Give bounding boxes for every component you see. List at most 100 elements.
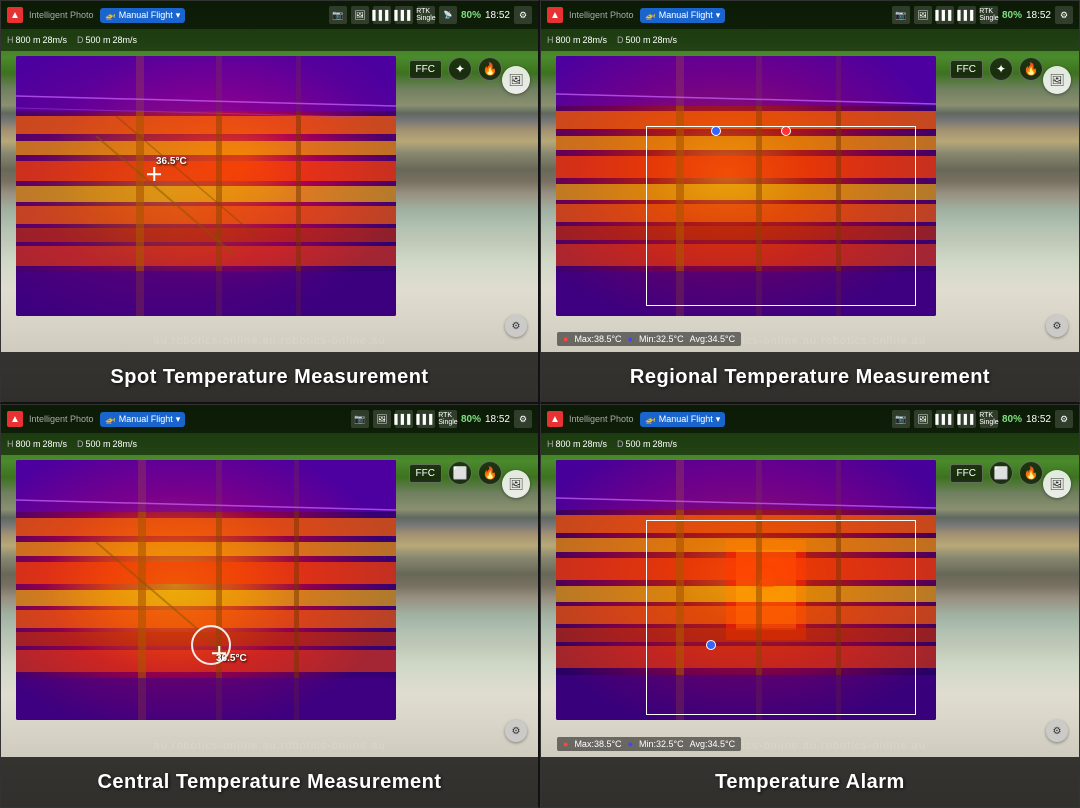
cell-regional: ▲ Intelligent Photo 🚁 Manual Flight ▾ 📷 … xyxy=(540,0,1080,404)
top-icons-regional: 📷 🖼 ▌▌▌ ▌▌▌ RTKSingle 80% 18:52 ⚙ xyxy=(892,6,1073,24)
avg-temp-alarm: Avg:34.5°C xyxy=(690,739,735,749)
caption-bar-spot: Spot Temperature Measurement xyxy=(1,352,538,402)
flame-icon-alarm[interactable]: 🔥 xyxy=(1019,461,1043,485)
right-controls-spot: 🖼 ⚙ xyxy=(502,56,530,347)
signal-icon-2: ▌▌▌ xyxy=(395,6,413,24)
max-temp-regional: Max:38.5°C xyxy=(574,334,621,344)
mode-label-central: Manual Flight xyxy=(119,414,173,424)
gallery-btn-central[interactable]: 🖼 xyxy=(502,470,530,498)
camera-icon-1[interactable]: 📷 xyxy=(329,6,347,24)
d-speed-val-regional: 28m/s xyxy=(653,35,678,45)
altitude-stat-spot: H 800 m 28m/s xyxy=(7,35,67,45)
min-temp-alarm: Min:32.5°C xyxy=(639,739,684,749)
signal-icon-3: ▌▌▌ xyxy=(936,6,954,24)
mode-icon-regional: 🚁 xyxy=(645,10,656,21)
rtk-icon-4: RTKSingle xyxy=(980,410,998,428)
region-icon-alarm[interactable]: ⬜ xyxy=(989,461,1013,485)
max-circle-regional: ● xyxy=(563,334,568,344)
gallery-btn-regional[interactable]: 🖼 xyxy=(1043,66,1071,94)
settings-btn-alarm[interactable]: ⚙ xyxy=(1046,720,1068,742)
ffc-badge-alarm[interactable]: FFC xyxy=(950,464,983,483)
star-icon-spot[interactable]: ✦ xyxy=(448,57,472,81)
region-box-2 xyxy=(646,126,916,306)
main-grid: 36.5°C ▲ Intelligent Photo 🚁 Manual Flig… xyxy=(0,0,1080,808)
top-icons-spot: 📷 🖼 ▌▌▌ ▌▌▌ RTKSingle 📡 80% 18:52 ⚙ xyxy=(329,6,532,24)
gallery-btn-spot[interactable]: 🖼 xyxy=(502,66,530,94)
battery-label-spot: 80% xyxy=(461,10,481,21)
spot-temp-label: 36.5°C xyxy=(156,156,187,167)
photo-icon-3[interactable]: 🖼 xyxy=(373,410,391,428)
flame-icon-spot[interactable]: 🔥 xyxy=(478,57,502,81)
min-dot-alarm xyxy=(706,640,716,650)
time-label-spot: 18:52 xyxy=(485,10,510,21)
mode-badge-regional: 🚁 Manual Flight ▾ xyxy=(640,8,726,23)
caption-text-regional: Regional Temperature Measurement xyxy=(630,366,990,389)
stats-bar-central: H 800 m 28m/s D 500 m 28m/s xyxy=(1,433,538,455)
photo-icon-1[interactable]: 🖼 xyxy=(351,6,369,24)
flame-icon-regional[interactable]: 🔥 xyxy=(1019,57,1043,81)
ffc-badge-regional[interactable]: FFC xyxy=(950,60,983,79)
caption-bar-central: Central Temperature Measurement xyxy=(1,757,538,807)
distance-val-alarm: 500 m xyxy=(626,439,651,449)
mode-icon-alarm: 🚁 xyxy=(645,414,656,425)
distance-stat-central: D 500 m 28m/s xyxy=(77,439,137,449)
settings-icon-1[interactable]: ⚙ xyxy=(514,6,532,24)
settings-icon-4[interactable]: ⚙ xyxy=(1055,410,1073,428)
distance-val-spot: 500 m xyxy=(86,35,111,45)
max-circle-alarm: ● xyxy=(563,739,568,749)
mode-badge-central: 🚁 Manual Flight ▾ xyxy=(100,412,186,427)
settings-btn-regional[interactable]: ⚙ xyxy=(1046,315,1068,337)
cell-spot: 36.5°C ▲ Intelligent Photo 🚁 Manual Flig… xyxy=(0,0,540,404)
signal-icon-4: ▌▌▌ xyxy=(958,6,976,24)
ffc-badge-spot[interactable]: FFC xyxy=(409,60,442,79)
distance-val-central: 500 m xyxy=(86,439,111,449)
ui-bar-central: ▲ Intelligent Photo 🚁 Manual Flight ▾ 📷 … xyxy=(1,405,538,433)
flame-icon-central[interactable]: 🔥 xyxy=(478,461,502,485)
signal-icon-5: ▌▌▌ xyxy=(395,410,413,428)
camera-icon-2[interactable]: 📷 xyxy=(892,6,910,24)
altitude-stat-central: H 800 m 28m/s xyxy=(7,439,67,449)
avg-temp-regional: Avg:34.5°C xyxy=(690,334,735,344)
camera-icon-4[interactable]: 📷 xyxy=(892,410,910,428)
altitude-val-alarm: 800 m xyxy=(556,439,581,449)
h-speed-val-spot: 28m/s xyxy=(43,35,68,45)
ui-bar-spot: ▲ Intelligent Photo 🚁 Manual Flight ▾ 📷 … xyxy=(1,1,538,29)
min-circle-regional: ● xyxy=(628,334,633,344)
mode-badge-spot: 🚁 Manual Flight ▾ xyxy=(100,8,186,23)
dropdown-icon-spot: ▾ xyxy=(176,10,181,21)
star-icon-regional[interactable]: ✦ xyxy=(989,57,1013,81)
ffc-area-central: FFC ⬜ 🔥 xyxy=(409,461,502,485)
mode-icon-spot: 🚁 xyxy=(105,10,116,21)
caption-text-central: Central Temperature Measurement xyxy=(97,771,441,794)
altitude-stat-regional: H 800 m 28m/s xyxy=(547,35,607,45)
ffc-area-regional: FFC ✦ 🔥 xyxy=(950,57,1043,81)
intel-photo-label: Intelligent Photo xyxy=(29,10,94,20)
dropdown-icon-regional: ▾ xyxy=(716,10,721,21)
camera-icon-3[interactable]: 📷 xyxy=(351,410,369,428)
altitude-stat-alarm: H 800 m 28m/s xyxy=(547,439,607,449)
intel-photo-label-4: Intelligent Photo xyxy=(569,414,634,424)
settings-icon-2[interactable]: ⚙ xyxy=(1055,6,1073,24)
cell-alarm: ⚠ ▲ Intelligent Photo 🚁 Manual Flight ▾ … xyxy=(540,404,1080,808)
alarm-warning-icon: ⚠ xyxy=(757,568,775,593)
ffc-badge-central[interactable]: FFC xyxy=(409,464,442,483)
max-temp-alarm: Max:38.5°C xyxy=(574,739,621,749)
min-temp-regional: Min:32.5°C xyxy=(639,334,684,344)
altitude-val-central: 800 m xyxy=(16,439,41,449)
settings-btn-central[interactable]: ⚙ xyxy=(505,720,527,742)
time-label-central: 18:52 xyxy=(485,414,510,425)
settings-btn-spot[interactable]: ⚙ xyxy=(505,315,527,337)
dji-logo-3: ▲ xyxy=(7,411,23,427)
stats-bar-spot: H 800 m 28m/s D 500 m 28m/s xyxy=(1,29,538,51)
photo-icon-4[interactable]: 🖼 xyxy=(914,410,932,428)
altitude-val-regional: 800 m xyxy=(556,35,581,45)
caption-bar-alarm: Temperature Alarm xyxy=(541,757,1079,807)
region-icon-central[interactable]: ⬜ xyxy=(448,461,472,485)
settings-icon-3[interactable]: ⚙ xyxy=(514,410,532,428)
photo-icon-2[interactable]: 🖼 xyxy=(914,6,932,24)
signal-icon-6: ▌▌▌ xyxy=(417,410,435,428)
gallery-btn-alarm[interactable]: 🖼 xyxy=(1043,470,1071,498)
max-dot-regional xyxy=(781,126,791,136)
distance-stat-regional: D 500 m 28m/s xyxy=(617,35,677,45)
gps-icon-1: 📡 xyxy=(439,6,457,24)
